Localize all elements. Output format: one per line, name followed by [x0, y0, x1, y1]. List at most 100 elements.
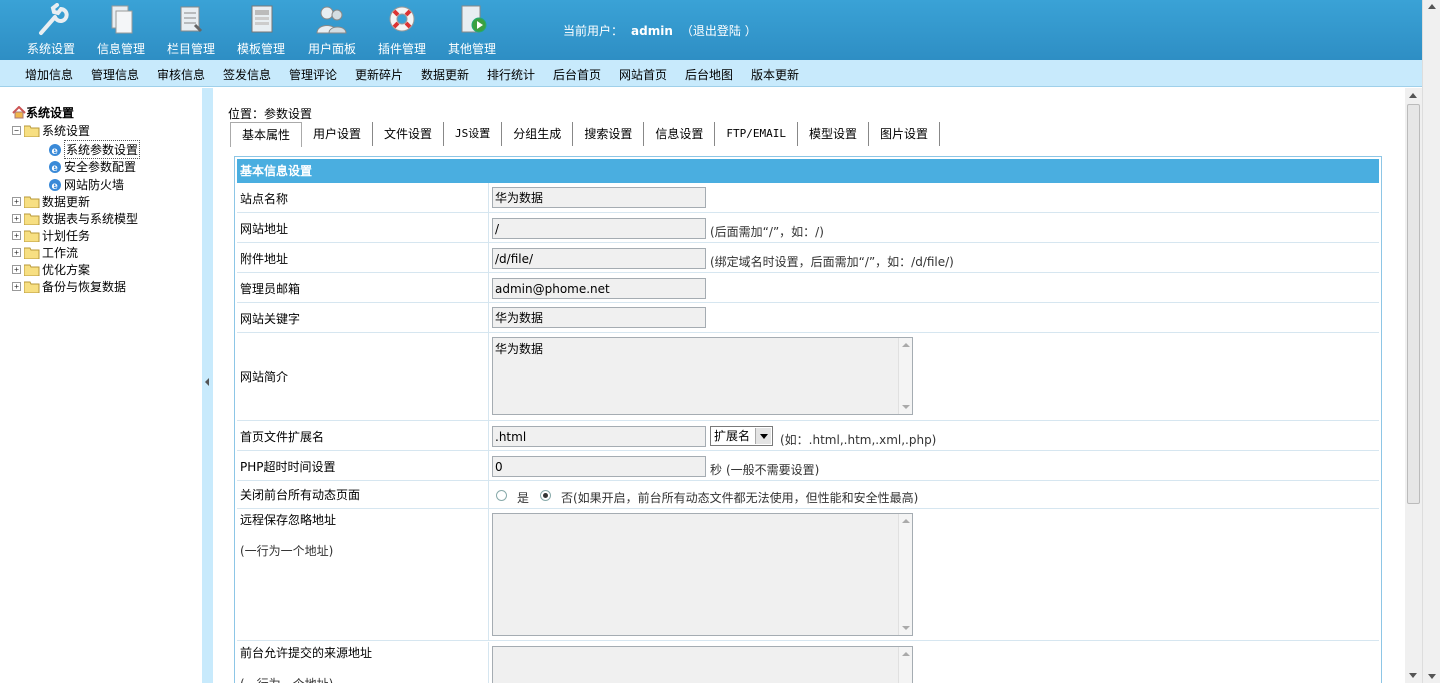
menu-data-update[interactable]: 数据更新 — [421, 66, 469, 83]
menu-sign-info[interactable]: 签发信息 — [223, 66, 271, 83]
row-intro: 网站简介 华为数据 — [237, 333, 1379, 421]
tree-root-label: 系统设置 — [26, 106, 75, 120]
tree-node-label: 系统设置 — [42, 124, 91, 138]
topnav-template-manage[interactable]: 模板管理 — [226, 0, 296, 60]
field-label: 站点名称 — [240, 192, 289, 206]
tree-node-data-update[interactable]: + 数据更新 — [12, 193, 90, 210]
textarea-scrollbar[interactable] — [898, 338, 912, 414]
scroll-thumb[interactable] — [1407, 104, 1420, 504]
template-icon — [251, 5, 273, 33]
scroll-up-icon[interactable] — [1409, 93, 1417, 98]
menu-review-info[interactable]: 审核信息 — [157, 66, 205, 83]
folder-icon — [24, 196, 40, 208]
expand-icon[interactable]: + — [12, 214, 21, 223]
row-attach-url: 附件地址 (绑定域名时设置，后面需加“/”，如：/d/file/) — [237, 243, 1379, 273]
topnav-other-manage[interactable]: 其他管理 — [437, 0, 507, 60]
topnav-info-manage[interactable]: 信息管理 — [86, 0, 156, 60]
topnav-label: 模板管理 — [236, 42, 285, 56]
tab-image[interactable]: 图片设置 — [868, 122, 940, 146]
tree-leaf-security-params[interactable]: e 安全参数配置 — [48, 158, 136, 175]
tree-node-scheduled-tasks[interactable]: + 计划任务 — [12, 227, 90, 244]
topnav-plugin-manage[interactable]: 插件管理 — [367, 0, 437, 60]
index-ext-input[interactable] — [492, 426, 706, 447]
topnav-column-manage[interactable]: 栏目管理 — [156, 0, 226, 60]
tab-ftp-email[interactable]: FTP/EMAIL — [715, 122, 798, 146]
row-keywords: 网站关键字 — [237, 303, 1379, 333]
tree-leaf-label: 网站防火墙 — [64, 178, 125, 192]
tab-basic[interactable]: 基本属性 — [230, 122, 303, 147]
expand-icon[interactable]: + — [12, 282, 21, 291]
main-scrollbar[interactable] — [1405, 88, 1422, 683]
scroll-down-icon[interactable] — [1428, 674, 1436, 679]
php-timeout-input[interactable] — [492, 456, 706, 477]
logout-link[interactable]: （退出登陆 ） — [681, 24, 757, 38]
textarea-scrollbar[interactable] — [898, 514, 912, 635]
field-label: 首页文件扩展名 — [240, 430, 325, 444]
chevron-down-icon[interactable] — [755, 428, 771, 444]
remote-ignore-textarea[interactable] — [492, 513, 913, 636]
current-user-name: admin — [631, 24, 673, 38]
field-label: 远程保存忽略地址 — [240, 513, 337, 527]
tree-leaf-system-params[interactable]: e 系统参数设置 — [48, 140, 141, 159]
menu-version-update[interactable]: 版本更新 — [751, 66, 799, 83]
tree-node-data-tables[interactable]: + 数据表与系统模型 — [12, 210, 138, 227]
topnav-label: 系统设置 — [26, 42, 75, 56]
expand-icon[interactable]: + — [12, 231, 21, 240]
folder-icon — [24, 281, 40, 293]
admin-email-input[interactable] — [492, 278, 706, 299]
menu-update-fragments[interactable]: 更新碎片 — [355, 66, 403, 83]
tab-group[interactable]: 分组生成 — [502, 122, 574, 146]
menu-add-info[interactable]: 增加信息 — [25, 66, 73, 83]
menu-admin-map[interactable]: 后台地图 — [685, 66, 733, 83]
site-url-input[interactable] — [492, 218, 706, 239]
tab-search[interactable]: 搜索设置 — [573, 122, 645, 146]
folder-icon — [24, 213, 40, 225]
row-remote-ignore: 远程保存忽略地址 (一行为一个地址) — [237, 509, 1379, 641]
folder-icon — [24, 230, 40, 242]
row-allowed-source: 前台允许提交的来源地址 (一行为一个地址) — [237, 642, 1379, 683]
expand-icon[interactable]: + — [12, 197, 21, 206]
tree-node-label: 备份与恢复数据 — [42, 280, 127, 294]
radio-no[interactable] — [540, 490, 551, 501]
window-scrollbar[interactable] — [1422, 0, 1440, 683]
tab-file[interactable]: 文件设置 — [373, 122, 445, 146]
tree-node-optimization[interactable]: + 优化方案 — [12, 261, 90, 278]
radio-yes[interactable] — [496, 490, 507, 501]
menu-admin-home[interactable]: 后台首页 — [553, 66, 601, 83]
intro-textarea[interactable]: 华为数据 — [492, 337, 913, 415]
radio-yes-label: 是 — [517, 491, 530, 505]
menu-manage-info[interactable]: 管理信息 — [91, 66, 139, 83]
tree-root[interactable]: 系统设置 — [12, 104, 74, 121]
tree-node-system-settings[interactable]: − 系统设置 — [12, 122, 90, 139]
scroll-down-icon[interactable] — [1409, 673, 1417, 678]
collapse-icon[interactable]: − — [12, 126, 21, 135]
tab-user[interactable]: 用户设置 — [302, 122, 374, 146]
tree-node-backup-restore[interactable]: + 备份与恢复数据 — [12, 278, 126, 295]
svg-text:e: e — [52, 163, 58, 174]
ext-select[interactable]: 扩展名 — [710, 426, 773, 446]
expand-icon[interactable]: + — [12, 265, 21, 274]
keywords-input[interactable] — [492, 307, 706, 328]
menu-site-home[interactable]: 网站首页 — [619, 66, 667, 83]
scroll-up-icon[interactable] — [1428, 4, 1436, 9]
textarea-scrollbar[interactable] — [898, 647, 912, 683]
collapse-left-icon[interactable] — [205, 378, 209, 386]
ie-page-icon: e — [49, 160, 61, 174]
main-content: 位置：参数设置 基本属性 用户设置 文件设置 JS设置 分组生成 搜索设置 信息… — [213, 88, 1422, 683]
expand-icon[interactable]: + — [12, 248, 21, 257]
tree-leaf-firewall[interactable]: e 网站防火墙 — [48, 176, 124, 193]
tab-model[interactable]: 模型设置 — [797, 122, 869, 146]
tab-info[interactable]: 信息设置 — [644, 122, 716, 146]
topnav-system-settings[interactable]: 系统设置 — [16, 0, 86, 60]
tree-node-workflow[interactable]: + 工作流 — [12, 244, 78, 261]
menu-ranking-stats[interactable]: 排行统计 — [487, 66, 535, 83]
topnav-user-panel[interactable]: 用户面板 — [297, 0, 367, 60]
allowed-source-textarea[interactable] — [492, 646, 913, 683]
attach-url-input[interactable] — [492, 248, 706, 269]
tab-js[interactable]: JS设置 — [444, 122, 503, 146]
quick-menu-bar: 增加信息 管理信息 审核信息 签发信息 管理评论 更新碎片 数据更新 排行统计 … — [0, 60, 1422, 87]
row-index-ext: 首页文件扩展名 扩展名 (如：.html,.htm,.xml,.php) — [237, 421, 1379, 451]
menu-manage-comments[interactable]: 管理评论 — [289, 66, 337, 83]
site-name-input[interactable] — [492, 187, 706, 208]
panel-splitter[interactable] — [202, 88, 213, 683]
